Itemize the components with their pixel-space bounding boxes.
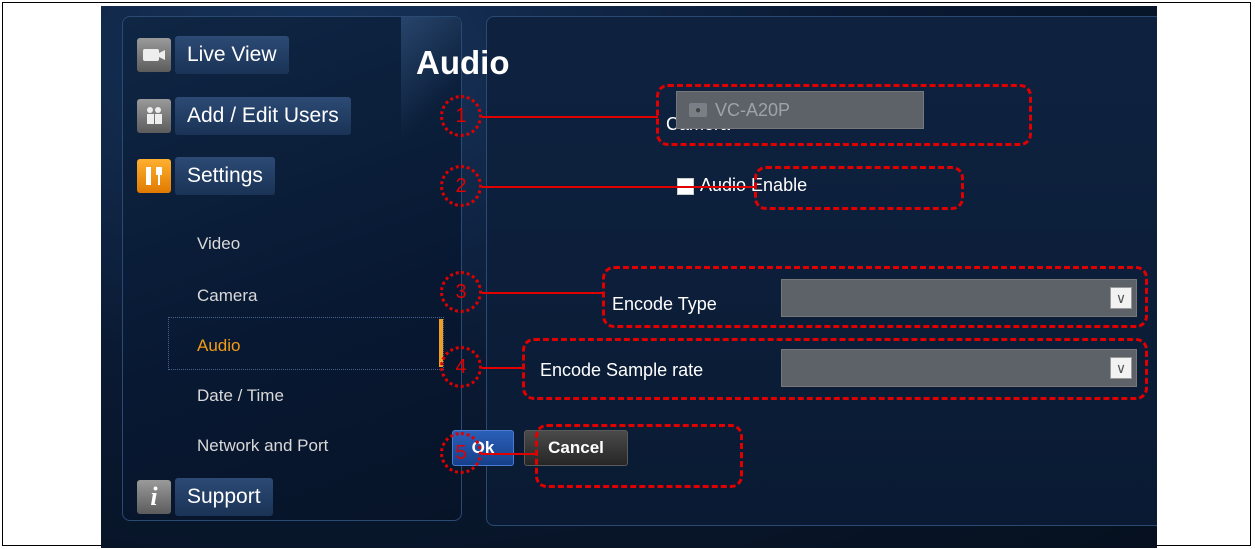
submenu-date-time[interactable]: Date / Time (197, 386, 284, 406)
submenu-video[interactable]: Video (197, 234, 240, 254)
leader-line-3 (482, 292, 604, 294)
callout-box-audio-enable (754, 166, 964, 210)
camera-icon (137, 38, 171, 72)
nav-settings-label: Settings (175, 157, 275, 195)
leader-line-5 (482, 453, 537, 455)
leader-line-1 (482, 116, 658, 118)
callout-box-encode-sample-rate (522, 338, 1148, 400)
nav-live-view[interactable]: Live View (137, 36, 289, 74)
nav-add-edit-users-label: Add / Edit Users (175, 97, 351, 135)
leader-line-4 (482, 367, 524, 369)
settings-tools-icon (137, 159, 171, 193)
submenu-network-and-port[interactable]: Network and Port (197, 436, 328, 456)
page-title: Audio (416, 44, 510, 81)
callout-box-buttons (535, 424, 743, 488)
nav-live-view-label: Live View (175, 36, 289, 74)
nav-support-label: Support (175, 478, 273, 516)
nav-add-edit-users[interactable]: Add / Edit Users (137, 97, 351, 135)
callout-number-5: 5 (440, 432, 482, 474)
submenu-audio[interactable]: Audio (197, 336, 240, 356)
callout-number-1: 1 (440, 95, 482, 137)
callout-number-4: 4 (440, 346, 482, 388)
leader-line-2 (482, 186, 756, 188)
info-icon: i (137, 480, 171, 514)
nav-settings[interactable]: Settings (137, 157, 275, 195)
users-icon (137, 99, 171, 133)
callout-number-3: 3 (440, 271, 482, 313)
callout-box-camera (656, 84, 1032, 146)
nav-support[interactable]: i Support (137, 478, 273, 516)
callout-box-encode-type (602, 266, 1148, 328)
submenu-camera[interactable]: Camera (197, 286, 257, 306)
callout-number-2: 2 (440, 165, 482, 207)
